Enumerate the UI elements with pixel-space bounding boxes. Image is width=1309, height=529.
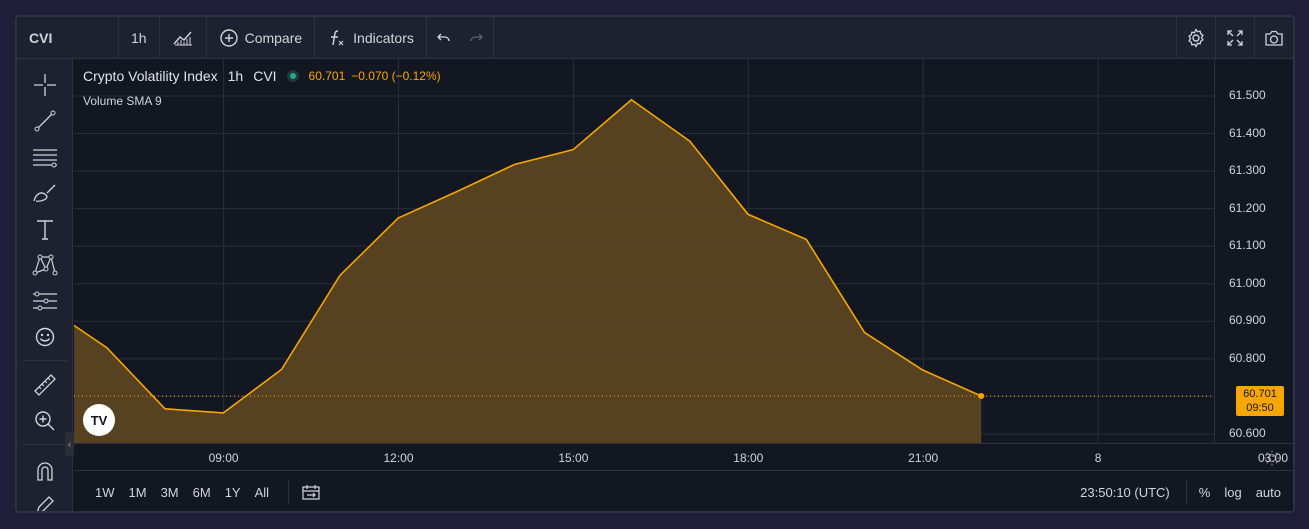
interval-label: 1h xyxy=(131,29,147,46)
bottom-toolbar: 1W 1M 3M 6M 1Y All 23:50:10 (UTC) % log … xyxy=(74,470,1293,511)
last-price-tag: 60.701 09:50 xyxy=(1236,386,1284,416)
price-chart[interactable] xyxy=(74,59,1214,443)
area-chart-icon xyxy=(173,31,192,45)
ruler-icon xyxy=(34,374,56,396)
bar-countdown: 09:50 xyxy=(1246,402,1274,414)
fullscreen-button[interactable] xyxy=(1215,17,1254,58)
trendline-icon xyxy=(34,110,56,132)
pattern-icon xyxy=(32,254,58,276)
price-tick-label: 61.500 xyxy=(1229,88,1266,102)
price-tick-label: 60.800 xyxy=(1229,350,1266,365)
chart-legend: Crypto Volatility Index 1h CVI 60.701 −0… xyxy=(83,68,441,84)
gear-icon xyxy=(1188,27,1204,48)
collapse-toolbar-button[interactable]: ‹ xyxy=(65,432,74,456)
time-tick-label: 8 xyxy=(1094,451,1102,465)
price-tick-label: 61.100 xyxy=(1229,238,1266,253)
price-tick-label: 61.400 xyxy=(1229,125,1266,140)
chart-widget: CVI 1h Compare Indicators ‹ Crypto Volat… xyxy=(15,15,1295,513)
trendline-tool[interactable] xyxy=(31,107,59,135)
pattern-tool[interactable] xyxy=(31,251,59,279)
price-tick-label: 60.600 xyxy=(1229,425,1266,440)
interval-button[interactable]: 1h xyxy=(119,17,160,58)
top-toolbar: CVI 1h Compare Indicators xyxy=(17,17,1293,59)
indicators-button[interactable]: Indicators xyxy=(315,17,427,58)
zoom-in-icon xyxy=(35,411,55,431)
compare-label: Compare xyxy=(244,29,303,46)
forecast-tool[interactable] xyxy=(31,287,59,315)
range-1y-button[interactable]: 1Y xyxy=(218,485,248,500)
bottom-divider xyxy=(1185,480,1187,504)
prediction-icon xyxy=(33,291,57,311)
indicator-legend[interactable]: Volume SMA 9 xyxy=(83,94,162,108)
time-tick-label: 18:00 xyxy=(733,451,764,465)
redo-icon[interactable] xyxy=(467,29,485,47)
percent-toggle[interactable]: % xyxy=(1199,485,1211,500)
date-range-icon[interactable] xyxy=(301,483,321,501)
market-status-icon xyxy=(286,70,299,82)
time-tick-label: 03:00 xyxy=(1257,451,1289,465)
zoom-tool[interactable] xyxy=(31,407,59,435)
last-price-dot xyxy=(978,393,985,400)
time-tick-label: 09:00 xyxy=(208,451,239,465)
legend-title: Crypto Volatility Index xyxy=(83,68,218,84)
chart-type-button[interactable] xyxy=(160,17,207,58)
compare-button[interactable]: Compare xyxy=(207,17,316,58)
range-1m-button[interactable]: 1M xyxy=(122,485,154,500)
text-icon xyxy=(37,220,53,240)
price-tick-label: 61.000 xyxy=(1229,275,1266,290)
symbol-search-button[interactable]: CVI xyxy=(17,17,119,58)
function-icon xyxy=(331,29,344,45)
toolbar-divider xyxy=(23,360,67,361)
time-axis[interactable]: 09:00 12:00 15:00 18:00 21:00 8 03:00 xyxy=(74,443,1293,470)
last-price-value: 60.701 xyxy=(1243,388,1277,400)
settings-button[interactable] xyxy=(1176,17,1215,58)
range-6m-button[interactable]: 6M xyxy=(186,485,218,500)
crosshair-icon xyxy=(34,74,56,96)
magnet-icon xyxy=(37,462,53,481)
utc-clock[interactable]: 23:50:10 (UTC) xyxy=(1080,485,1170,500)
camera-icon xyxy=(1265,30,1283,46)
fib-tool[interactable] xyxy=(31,143,59,171)
smiley-icon xyxy=(35,327,55,347)
auto-toggle[interactable]: auto xyxy=(1256,485,1281,500)
horizontal-lines-icon xyxy=(33,149,57,168)
legend-source: CVI xyxy=(253,68,277,84)
legend-interval: 1h xyxy=(227,68,244,84)
undo-redo-group xyxy=(427,17,494,58)
drawing-mode-tool[interactable] xyxy=(31,491,59,511)
legend-value: 60.701 xyxy=(308,69,346,83)
range-1w-button[interactable]: 1W xyxy=(88,485,122,500)
bottom-divider xyxy=(288,480,290,504)
symbol-label: CVI xyxy=(29,29,53,46)
tradingview-logo-icon[interactable]: TV xyxy=(83,404,115,436)
pencil-icon xyxy=(36,496,54,511)
indicators-label: Indicators xyxy=(353,29,414,46)
text-tool[interactable] xyxy=(31,215,59,243)
toolbar-divider xyxy=(23,444,67,445)
brush-icon xyxy=(33,184,56,202)
time-tick-label: 21:00 xyxy=(908,451,939,465)
fullscreen-icon xyxy=(1227,29,1243,46)
time-tick-label: 15:00 xyxy=(558,451,589,465)
price-tick-label: 61.200 xyxy=(1229,200,1266,215)
range-all-button[interactable]: All xyxy=(248,485,276,500)
crosshair-tool[interactable] xyxy=(31,71,59,99)
brush-tool[interactable] xyxy=(31,179,59,207)
log-toggle[interactable]: log xyxy=(1224,485,1241,500)
screenshot-button[interactable] xyxy=(1254,17,1293,58)
time-tick-label: 12:00 xyxy=(383,451,414,465)
price-tick-label: 61.300 xyxy=(1229,163,1266,178)
range-buttons: 1W 1M 3M 6M 1Y All xyxy=(88,485,276,500)
undo-icon[interactable] xyxy=(435,29,453,47)
price-tick-label: 60.900 xyxy=(1229,313,1266,328)
magnet-tool[interactable] xyxy=(31,457,59,485)
emoji-tool[interactable] xyxy=(31,323,59,351)
measure-tool[interactable] xyxy=(31,371,59,399)
range-3m-button[interactable]: 3M xyxy=(154,485,186,500)
plus-circle-icon xyxy=(219,28,238,47)
legend-change: −0.070 (−0.12%) xyxy=(351,69,441,83)
